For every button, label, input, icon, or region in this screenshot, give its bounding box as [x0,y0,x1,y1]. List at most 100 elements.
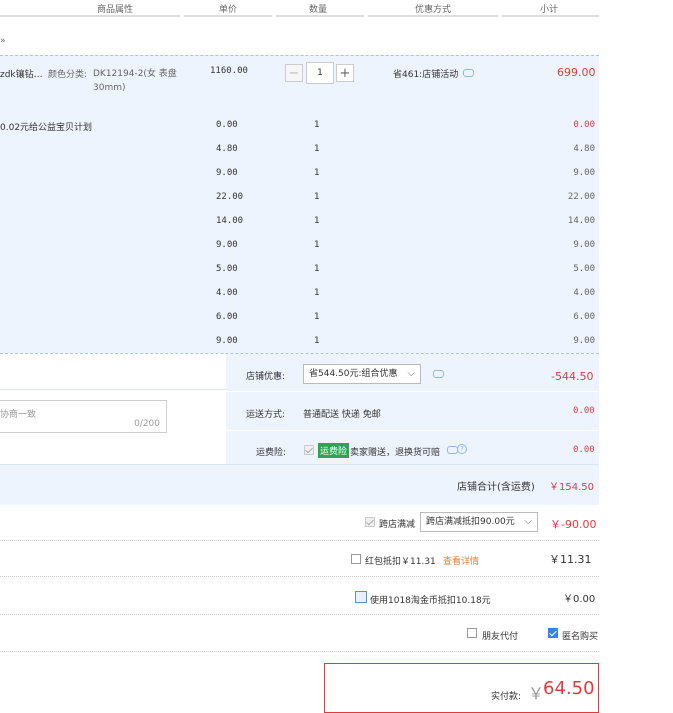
anonymous-label: 匿名购买 [562,632,599,642]
coins-amount: ￥0.00 [563,594,596,605]
shop-total-amount: ￥154.50 [549,482,594,493]
addon-subtotal: 9.00 [573,168,595,178]
addon-qty: 1 [314,264,320,274]
final-currency: ￥ [528,684,545,703]
cross-store-selected: 跨店满减抵扣90.00元 [426,517,515,527]
addon-qty: 1 [314,144,320,154]
qty-input[interactable]: 1 [306,62,334,84]
addon-subtotal: 9.00 [573,336,595,346]
shop-discount-amount: -544.50 [551,370,594,383]
qty-plus-button[interactable]: + [336,64,354,82]
addon-price: 9.00 [216,168,238,178]
divider [0,389,226,390]
header-underline [184,15,272,17]
message-placeholder: 协商一致 [0,410,37,420]
divider [0,651,599,652]
red-packet-label: 红包抵扣￥11.31 [365,557,436,567]
final-amount: 64.50 [543,678,595,699]
addon-subtotal: 4.00 [573,288,595,298]
insurance-amount: 0.00 [573,445,595,455]
divider [0,540,599,541]
addon-subtotal: 5.00 [573,264,595,274]
addon-subtotal: 0.00 [573,120,595,130]
addon-price: 9.00 [216,240,238,250]
addon-qty: 1 [314,120,320,130]
item-discount: 省461:店铺活动 [393,70,459,80]
addon-qty: 1 [314,168,320,178]
chevron-down-icon: ⌵ [524,516,532,527]
shop-discount-selected: 省544.50元:组合优惠 [309,369,398,379]
addon-subtotal: 22.00 [567,192,595,202]
item-prop-label: 颜色分类: [48,70,88,80]
shop-total-label: 店铺合计(含运费) [457,482,535,493]
shop-row-indicator: » [0,36,6,46]
friend-pay-label: 朋友代付 [482,632,519,642]
coins-label: 使用1018淘金币抵扣10.18元 [370,596,491,606]
divider [0,614,599,615]
col-price-header: 单价 [219,5,238,15]
red-packet-link[interactable]: 查看详情 [443,554,479,567]
item-price: 1160.00 [210,66,248,76]
header-underline [0,15,180,17]
divider [0,55,599,56]
insurance-text: 卖家赠送，退换货可赔 [350,448,441,458]
message-counter: 0/200 [134,419,160,429]
cross-store-checkbox[interactable] [365,517,375,527]
cross-store-label: 跨店满减 [379,520,416,530]
col-qty-header: 数量 [309,5,328,15]
final-payment-box: 实付款: ￥ 64.50 [324,663,599,713]
chat-icon[interactable] [433,370,444,378]
friend-pay-checkbox[interactable] [467,628,477,638]
col-discount-header: 优惠方式 [415,5,452,15]
addon-price: 0.00 [216,120,238,130]
insurance-checkbox[interactable] [304,445,314,455]
anonymous-checkbox[interactable] [548,628,558,638]
col-subtotal-header: 小计 [540,5,559,15]
red-packet-amount: ￥11.31 [549,553,592,566]
header-underline [276,15,364,17]
header-underline [368,15,498,17]
shipping-label: 运送方式: [246,410,286,420]
chat-icon[interactable] [463,69,474,77]
addon-price: 6.00 [216,312,238,322]
order-items-block [0,55,599,353]
cross-store-select[interactable]: 跨店满减抵扣90.00元 ⌵ [420,512,538,532]
addon-price: 5.00 [216,264,238,274]
addon-qty: 1 [314,240,320,250]
addon-price: 22.00 [216,192,244,202]
chevron-down-icon: ⌵ [407,368,415,379]
coins-checkbox[interactable] [355,591,367,603]
addon-subtotal: 9.00 [573,240,595,250]
addon-subtotal: 4.80 [573,144,595,154]
divider [226,391,599,392]
red-packet-checkbox[interactable] [351,554,361,564]
addon-name: 0.02元给公益宝贝计划 [0,123,93,133]
final-label: 实付款: [491,692,522,702]
addon-price: 14.00 [216,216,244,226]
item-prop-value: DK12194-2(女 表盘30mm) [93,69,177,93]
table-header: 商品属性 单价 数量 优惠方式 小计 [0,0,599,17]
addon-subtotal: 6.00 [573,312,595,322]
addon-qty: 1 [314,192,320,202]
item-name[interactable]: zdk镶钻… [0,67,43,80]
insurance-badge: 运费险 [318,443,350,458]
shop-discount-select[interactable]: 省544.50元:组合优惠 ⌵ [303,364,421,384]
item-subtotal: 699.00 [557,66,596,79]
addon-qty: 1 [314,336,320,346]
message-input[interactable]: 协商一致 0/200 [0,400,167,433]
addon-price: 4.00 [216,288,238,298]
cross-store-amount: ￥-90.00 [550,518,597,531]
help-icon[interactable]: ? [457,444,467,454]
shipping-value: 普通配送 快递 免邮 [303,410,381,420]
col-props-header: 商品属性 [97,5,134,15]
header-underline [502,15,599,17]
insurance-label: 运费险: [256,448,287,458]
addon-price: 4.80 [216,144,238,154]
shop-discount-label: 店铺优惠: [246,372,286,382]
addon-subtotal: 14.00 [567,216,595,226]
divider [226,430,599,431]
addon-qty: 1 [314,312,320,322]
divider [0,576,599,577]
shipping-amount: 0.00 [573,406,595,416]
qty-minus-button[interactable]: − [285,64,303,82]
